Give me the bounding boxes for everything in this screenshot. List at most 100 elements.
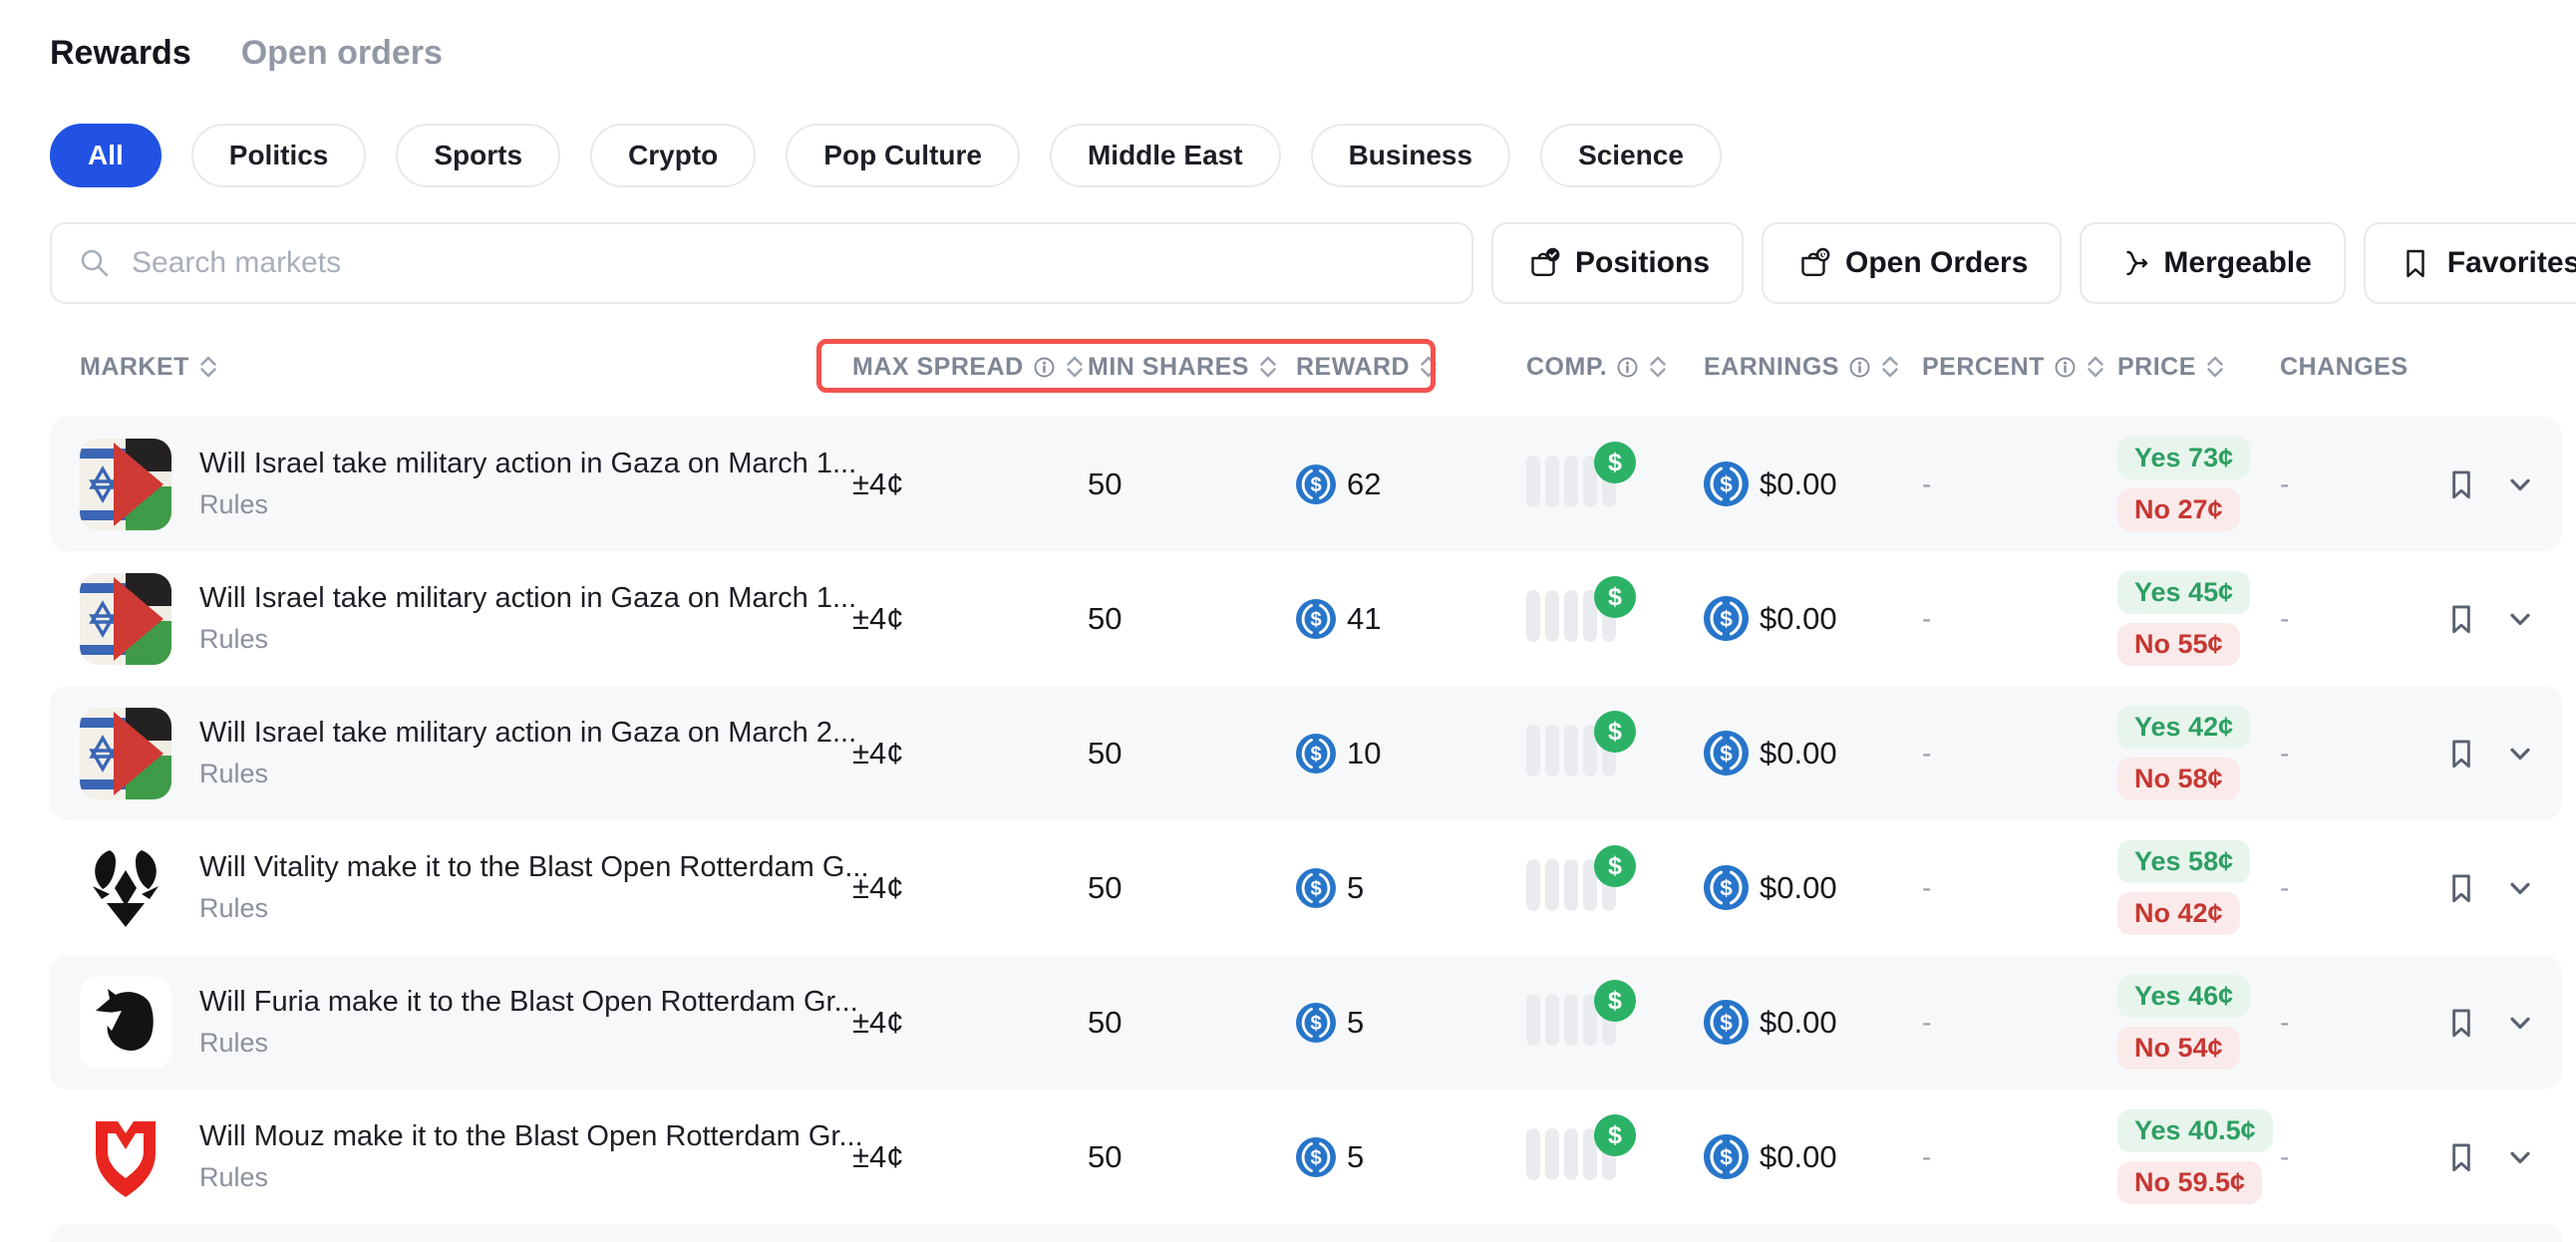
category-pill-politics[interactable]: Politics [191, 124, 367, 187]
search-box[interactable] [50, 222, 1473, 304]
rules-link[interactable]: Rules [199, 1028, 852, 1059]
yes-price-pill[interactable]: Yes 45¢ [2117, 571, 2250, 614]
header-changes: CHANGES [2280, 353, 2410, 382]
market-row[interactable]: Will Mouz make it to the Blast Open Rott… [50, 1089, 2562, 1224]
changes-value: - [2280, 738, 2410, 770]
changes-value: - [2280, 468, 2410, 500]
category-pill-science[interactable]: Science [1540, 124, 1722, 187]
yes-price-pill[interactable]: Yes 40.5¢ [2117, 1109, 2273, 1152]
category-pill-business[interactable]: Business [1311, 124, 1511, 187]
rules-link[interactable]: Rules [199, 893, 852, 924]
open-orders-button[interactable]: Open Orders [1762, 222, 2062, 304]
no-price-pill[interactable]: No 55¢ [2117, 623, 2240, 666]
percent-value: - [1922, 738, 2117, 770]
chevron-down-icon[interactable] [2504, 603, 2536, 635]
category-pill-label: Middle East [1088, 140, 1243, 171]
row-actions [2410, 737, 2536, 771]
partial-next-row [50, 1224, 2562, 1242]
header-reward[interactable]: REWARD [1296, 353, 1526, 382]
header-percent[interactable]: PERCENT [1922, 353, 2117, 382]
header-comp[interactable]: COMP. [1526, 353, 1704, 382]
market-title[interactable]: Will Israel take military action in Gaza… [199, 582, 852, 615]
category-pill-all[interactable]: All [50, 124, 161, 187]
svg-text:$: $ [1720, 606, 1733, 631]
no-price-pill[interactable]: No 58¢ [2117, 758, 2240, 800]
no-price-pill[interactable]: No 27¢ [2117, 488, 2240, 531]
header-market[interactable]: MARKET [80, 353, 852, 382]
bookmark-icon[interactable] [2444, 467, 2478, 501]
markets-table: Will Israel take military action in Gaza… [0, 417, 2576, 1224]
market-row[interactable]: Will Israel take military action in Gaza… [50, 686, 2562, 820]
percent-value: - [1922, 872, 2117, 904]
sort-icon [1648, 354, 1668, 380]
category-pill-label: Science [1578, 140, 1684, 171]
positions-button[interactable]: Positions [1491, 222, 1744, 304]
market-row[interactable]: Will Vitality make it to the Blast Open … [50, 820, 2562, 955]
bookmark-icon[interactable] [2444, 871, 2478, 905]
market-row[interactable]: Will Israel take military action in Gaza… [50, 551, 2562, 686]
tab-open-orders[interactable]: Open orders [241, 34, 443, 73]
row-actions [2410, 1006, 2536, 1040]
yes-price-pill[interactable]: Yes 73¢ [2117, 437, 2250, 479]
row-actions [2410, 871, 2536, 905]
earnings-value: $ $0.00 [1704, 865, 1922, 910]
reward-value: $ 5 [1296, 868, 1526, 908]
dollar-coin-icon: $ [1594, 980, 1636, 1022]
bookmark-icon[interactable] [2444, 602, 2478, 636]
chevron-down-icon[interactable] [2504, 738, 2536, 770]
usdc-icon: $ [1704, 1134, 1749, 1179]
market-title[interactable]: Will Furia make it to the Blast Open Rot… [199, 986, 852, 1019]
earnings-value: $ $0.00 [1704, 462, 1922, 506]
vitality-logo-icon [80, 842, 171, 934]
open-orders-label: Open Orders [1845, 246, 2028, 280]
chevron-down-icon[interactable] [2504, 468, 2536, 500]
header-max-spread[interactable]: MAX SPREAD [852, 353, 1088, 382]
sort-icon [1419, 354, 1439, 380]
rules-link[interactable]: Rules [199, 489, 852, 520]
favorites-button[interactable]: Favorites [2364, 222, 2576, 304]
rules-link[interactable]: Rules [199, 759, 852, 789]
market-row[interactable]: Will Furia make it to the Blast Open Rot… [50, 955, 2562, 1089]
chevron-down-icon[interactable] [2504, 1007, 2536, 1039]
rules-link[interactable]: Rules [199, 1162, 852, 1193]
no-price-pill[interactable]: No 59.5¢ [2117, 1161, 2262, 1204]
market-title[interactable]: Will Israel take military action in Gaza… [199, 717, 852, 750]
dollar-coin-icon: $ [1594, 442, 1636, 483]
header-min-shares[interactable]: MIN SHARES [1088, 353, 1296, 382]
bookmark-icon[interactable] [2444, 1140, 2478, 1174]
category-pill-middle-east[interactable]: Middle East [1050, 124, 1281, 187]
yes-price-pill[interactable]: Yes 46¢ [2117, 975, 2250, 1018]
usdc-icon: $ [1704, 865, 1749, 910]
category-pill-pop-culture[interactable]: Pop Culture [786, 124, 1020, 187]
chevron-down-icon[interactable] [2504, 1141, 2536, 1173]
row-actions [2410, 602, 2536, 636]
percent-value: - [1922, 1007, 2117, 1039]
rules-link[interactable]: Rules [199, 624, 852, 655]
header-price[interactable]: PRICE [2117, 353, 2280, 382]
category-pill-crypto[interactable]: Crypto [590, 124, 756, 187]
category-pill-sports[interactable]: Sports [396, 124, 560, 187]
market-title[interactable]: Will Israel take military action in Gaza… [199, 448, 852, 480]
reward-value: $ 41 [1296, 599, 1526, 639]
bookmark-icon[interactable] [2444, 1006, 2478, 1040]
chevron-down-icon[interactable] [2504, 872, 2536, 904]
yes-price-pill[interactable]: Yes 58¢ [2117, 840, 2250, 883]
mergeable-label: Mergeable [2163, 246, 2311, 280]
market-title[interactable]: Will Vitality make it to the Blast Open … [199, 851, 852, 884]
market-title[interactable]: Will Mouz make it to the Blast Open Rott… [199, 1120, 852, 1153]
svg-text:$: $ [1310, 744, 1321, 766]
market-row[interactable]: Will Israel take military action in Gaza… [50, 417, 2562, 551]
no-price-pill[interactable]: No 42¢ [2117, 892, 2240, 935]
sort-icon [2086, 354, 2105, 380]
tab-rewards[interactable]: Rewards [50, 34, 191, 73]
bookmark-icon[interactable] [2444, 737, 2478, 771]
usdc-icon: $ [1296, 1003, 1336, 1043]
yes-price-pill[interactable]: Yes 42¢ [2117, 706, 2250, 749]
price-cell: Yes 58¢ No 42¢ [2117, 840, 2280, 935]
header-earnings[interactable]: EARNINGS [1704, 353, 1922, 382]
no-price-pill[interactable]: No 54¢ [2117, 1027, 2240, 1070]
mergeable-button[interactable]: Mergeable [2080, 222, 2345, 304]
search-input[interactable] [130, 245, 1446, 281]
favorites-label: Favorites [2447, 246, 2576, 280]
category-pills: All Politics Sports Crypto Pop Culture M… [50, 124, 1722, 187]
